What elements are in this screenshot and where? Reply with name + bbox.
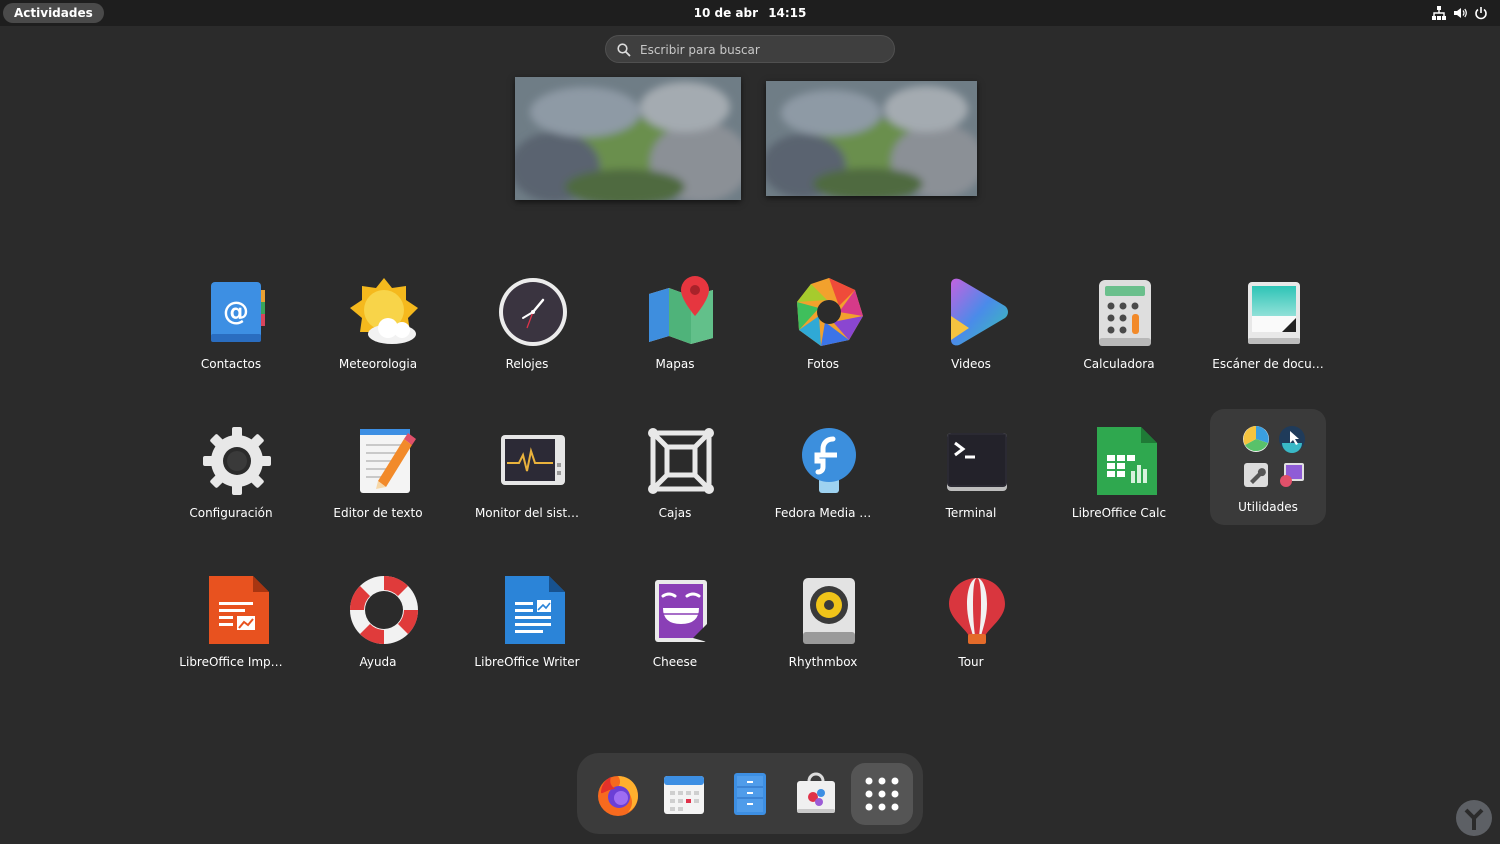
app-configuracion[interactable]: Configuración <box>173 417 289 533</box>
libreoffice-impress-icon <box>201 574 273 646</box>
clock-button[interactable]: 10 de abr 14:15 <box>650 0 850 26</box>
app-label: Mapas <box>655 357 695 371</box>
settings-gear-icon <box>201 425 273 497</box>
tour-balloon-icon <box>941 574 1013 646</box>
folder-label: Utilidades <box>1238 500 1298 514</box>
show-apps-icon <box>865 777 899 811</box>
dock-files[interactable] <box>719 763 781 825</box>
app-label: Editor de texto <box>333 506 423 520</box>
app-label: Configuración <box>189 506 273 520</box>
libreoffice-writer-icon <box>497 574 569 646</box>
app-rhythmbox[interactable]: Rhythmbox <box>765 566 881 682</box>
app-cajas[interactable]: Cajas <box>617 417 733 533</box>
app-fedora-media[interactable]: Fedora Media … <box>765 417 881 533</box>
weather-icon <box>348 276 420 348</box>
app-label: Rhythmbox <box>788 655 858 669</box>
system-tray[interactable] <box>1432 4 1488 22</box>
help-lifebuoy-icon <box>348 574 420 646</box>
app-monitor[interactable]: Monitor del sist… <box>469 417 585 533</box>
calculator-icon <box>1089 276 1161 348</box>
power-icon[interactable] <box>1474 6 1488 20</box>
app-label: Meteorologia <box>338 357 418 371</box>
network-icon[interactable] <box>1432 6 1446 20</box>
boxes-icon <box>645 425 717 497</box>
app-label: LibreOffice Writer <box>474 655 580 669</box>
app-label: Monitor del sist… <box>474 506 580 520</box>
workspace-thumbnail-1[interactable] <box>515 77 741 200</box>
app-ayuda[interactable]: Ayuda <box>320 566 436 682</box>
clock-time: 14:15 <box>768 6 807 20</box>
app-label: Terminal <box>945 506 997 520</box>
clock-icon <box>497 276 569 348</box>
app-label: Fedora Media … <box>774 506 872 520</box>
videos-icon <box>941 276 1013 348</box>
fedora-media-writer-icon <box>793 425 865 497</box>
app-label: Fotos <box>806 357 840 371</box>
app-videos[interactable]: Videos <box>913 268 1029 384</box>
workspace-thumbnail-2[interactable] <box>766 81 977 196</box>
clock-date: 10 de abr <box>693 6 758 20</box>
app-calculadora[interactable]: Calculadora <box>1061 268 1177 384</box>
app-label: Videos <box>951 357 991 371</box>
search-box[interactable] <box>605 35 895 63</box>
software-icon <box>797 772 835 813</box>
app-label: LibreOffice Imp… <box>179 655 283 669</box>
files-icon <box>734 773 766 815</box>
app-mapas[interactable]: Mapas <box>617 268 733 384</box>
text-editor-icon <box>348 425 420 497</box>
app-label: LibreOffice Calc <box>1071 506 1167 520</box>
app-contactos[interactable]: @ Contactos <box>173 268 289 384</box>
app-label: Cajas <box>658 506 692 520</box>
app-libreoffice-calc[interactable]: LibreOffice Calc <box>1061 417 1177 533</box>
firefox-icon <box>598 776 638 816</box>
top-bar: Actividades 10 de abr 14:15 <box>0 0 1500 26</box>
search-input[interactable] <box>638 39 882 61</box>
utilities-folder-icon <box>1238 423 1310 495</box>
app-label: Ayuda <box>359 655 397 669</box>
app-label: Relojes <box>505 357 549 371</box>
calendar-icon <box>664 776 704 814</box>
maps-icon <box>645 276 717 348</box>
activities-button[interactable]: Actividades <box>3 3 104 23</box>
contacts-icon: @ <box>201 276 273 348</box>
dock-show-apps[interactable] <box>851 763 913 825</box>
photos-icon <box>793 276 865 348</box>
libreoffice-calc-icon <box>1089 425 1161 497</box>
folder-utilidades[interactable]: Utilidades <box>1210 409 1326 525</box>
cheese-icon <box>645 574 717 646</box>
app-cheese[interactable]: Cheese <box>617 566 733 682</box>
app-label: Tour <box>958 655 984 669</box>
app-libreoffice-impress[interactable]: LibreOffice Imp… <box>173 566 289 682</box>
svg-text:@: @ <box>223 297 249 327</box>
app-editor-texto[interactable]: Editor de texto <box>320 417 436 533</box>
terminal-icon <box>941 425 1013 497</box>
rhythmbox-speaker-icon <box>793 574 865 646</box>
app-libreoffice-writer[interactable]: LibreOffice Writer <box>469 566 585 682</box>
app-terminal[interactable]: Terminal <box>913 417 1029 533</box>
dock <box>577 753 923 834</box>
search-icon <box>617 42 631 61</box>
dock-software[interactable] <box>785 763 847 825</box>
app-meteorologia[interactable]: Meteorologia <box>320 268 436 384</box>
app-tour[interactable]: Tour <box>913 566 1029 682</box>
app-label: Escáner de docu… <box>1212 357 1324 371</box>
dock-calendar[interactable] <box>653 763 715 825</box>
app-label: Cheese <box>652 655 698 669</box>
dock-firefox[interactable] <box>587 763 649 825</box>
app-escaner[interactable]: Escáner de docu… <box>1210 268 1326 384</box>
system-monitor-icon <box>497 425 569 497</box>
app-label: Calculadora <box>1083 357 1155 371</box>
watermark-logo-icon <box>1454 798 1494 838</box>
volume-icon[interactable] <box>1453 6 1467 20</box>
scanner-icon <box>1238 276 1310 348</box>
app-relojes[interactable]: Relojes <box>469 268 585 384</box>
app-label: Contactos <box>200 357 262 371</box>
app-fotos[interactable]: Fotos <box>765 268 881 384</box>
